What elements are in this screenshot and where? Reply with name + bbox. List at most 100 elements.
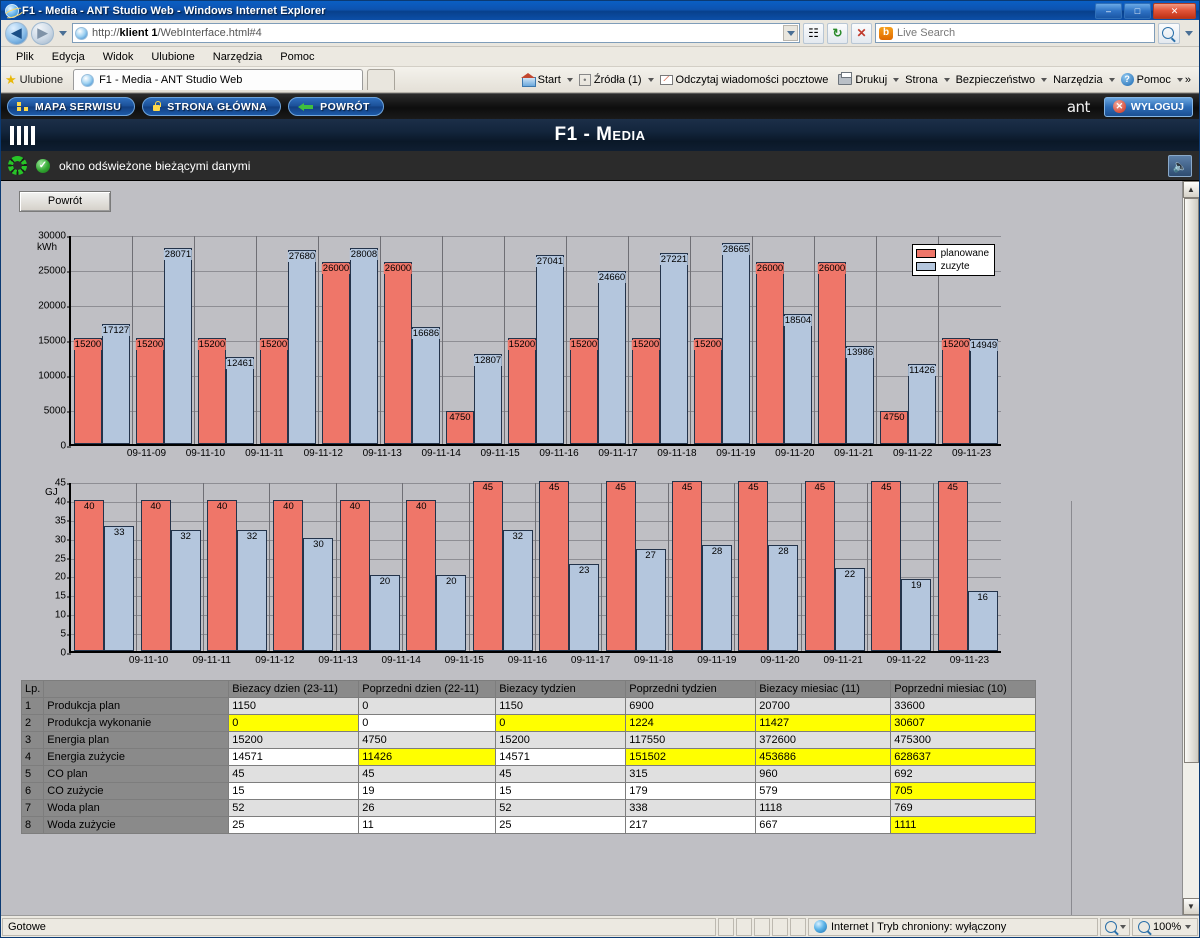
command-tools-label: Narzędzia [1053,73,1103,86]
bar-group: 45 22 [802,481,869,651]
command-security[interactable]: Bezpieczeństwo [952,74,1040,86]
back-button-powrot[interactable]: Powrót [19,191,111,212]
y-axis-tick-label: 15000 [38,335,71,347]
menu-item-pomoc[interactable]: Pomoc [271,47,323,67]
command-tools[interactable]: Narzędzia [1049,74,1107,86]
cell-value: 11 [358,816,497,834]
page-header: F1 - Media [1,119,1199,151]
command-feeds[interactable]: • Źródła (1) [575,73,646,86]
x-axis-tick-label: 09-11-10 [128,655,169,666]
scrollbar-thumb[interactable] [1183,198,1199,763]
bar-value-label: 15200 [135,338,165,350]
y-axis-tick-label: 20000 [38,300,71,312]
maximize-button[interactable]: □ [1124,2,1151,19]
url-input[interactable]: http://klient 1/WebInterface.html#4 [72,23,800,43]
cell-value: 0 [358,697,497,715]
menu-item-ulubione[interactable]: Ulubione [142,47,203,67]
page-scrollbar[interactable]: ▲ ▼ [1182,181,1199,915]
command-start-label: Start [537,73,561,86]
command-tools-chevron-down-icon[interactable] [1108,77,1115,82]
refresh-button[interactable]: ↻ [827,22,848,44]
bar-planowane: 40 [339,499,370,651]
status-bar: Gotowe Internet | Tryb chroniony: wyłącz… [1,915,1199,937]
menu-item-edycja[interactable]: Edycja [43,47,94,67]
sitemap-icon [17,102,29,111]
scroll-down-button[interactable]: ▼ [1182,898,1199,915]
content-area: Powrót Zużycie energii elektrycznej - os… [1,181,1199,915]
privacy-report-button[interactable] [1100,917,1130,936]
chart-energy-legend: planowane zuzyte [911,244,995,276]
command-security-chevron-down-icon[interactable] [1041,77,1048,82]
status-pane-4 [772,917,788,936]
bar-planowane: 26000 [755,262,785,444]
favorites-label[interactable]: Ulubione [20,74,63,86]
bar-zuzyte: 28008 [349,247,379,444]
nav-button-mapa-serwisu[interactable]: MAPA SERWISU [7,97,136,116]
command-start[interactable]: Start [517,73,565,87]
forward-button[interactable]: ▶ [31,21,54,45]
command-overflow-button[interactable]: » [1185,74,1191,86]
recent-pages-chevron-down-icon[interactable] [59,30,67,36]
chart-heat-xaxis: 09-11-10 09-11-11 09-11-12 09-11-13 09-11-14… [117,655,1001,666]
tab-f1-media[interactable]: F1 - Media - ANT Studio Web [73,69,364,90]
gear-icon[interactable] [8,156,27,175]
bar-zuzyte: 17127 [101,324,131,444]
search-go-button[interactable] [1158,22,1180,44]
scroll-up-button[interactable]: ▲ [1182,181,1199,198]
cell-lp: 4 [20,748,45,766]
search-input[interactable]: b Live Search [875,23,1155,43]
bar-value-label: 18504 [783,315,813,327]
bar-value-label: 32 [245,531,259,543]
new-tab-button[interactable] [367,69,396,90]
chart-energy-consumption: Zużycie energii elektrycznej - ostatnie … [21,231,1001,459]
cell-row-name: Energia zużycie [43,748,230,766]
command-page-chevron-down-icon[interactable] [943,77,950,82]
close-button[interactable]: ✕ [1153,2,1196,19]
chart-energy-plot: 0 5000 10000 15000 20000 25000 30000 15200 17127… [38,231,1001,452]
favorites-star-icon[interactable]: ★ [5,72,17,88]
menu-item-plik[interactable]: Plik [7,47,43,67]
col-current-month: Biezacy miesiac (11) [755,680,892,698]
bar-zuzyte: 28 [702,545,732,651]
compatibility-view-button[interactable]: ☷ [803,22,824,44]
security-zone-pane[interactable]: Internet | Tryb chroniony: wyłączony [808,917,1098,936]
bar-value-label: 24660 [597,272,627,284]
col-name [43,680,230,698]
command-print[interactable]: Drukuj [834,72,891,86]
logout-button[interactable]: ✕ WYLOGUJ [1103,96,1193,117]
zoom-level-button[interactable]: 100% [1132,917,1198,936]
command-help[interactable]: ? Pomoc [1117,73,1175,86]
menu-item-widok[interactable]: Widok [94,47,143,67]
bar-value-label: 32 [511,531,525,543]
command-print-chevron-down-icon[interactable] [893,77,900,82]
speaker-icon[interactable]: 🔈 [1168,154,1192,177]
app-brand-logo: ant [1066,97,1091,116]
zoom-chevron-down-icon[interactable] [1185,924,1192,929]
command-page[interactable]: Strona [901,74,941,86]
bar-zuzyte: 18504 [783,314,813,444]
bar-planowane: 15200 [197,337,227,444]
cell-row-name: Energia plan [43,731,230,749]
bar-planowane: 45 [539,481,570,651]
legend-item: zuzyte [915,261,989,272]
url-chevron-down-icon[interactable] [783,25,798,41]
command-help-chevron-down-icon[interactable] [1176,77,1183,82]
x-axis-tick-label: 09-11-22 [893,448,933,459]
privacy-chevron-down-icon[interactable] [1119,924,1126,929]
table-row: 6 CO zużycie 15 19 15 179 579 705 [20,782,1037,800]
command-start-chevron-down-icon[interactable] [566,77,573,82]
back-button[interactable]: ◀ [5,21,28,45]
command-feeds-chevron-down-icon[interactable] [647,77,654,82]
legend-item: planowane [915,248,989,259]
cell-value: 628637 [890,748,1037,766]
minimize-button[interactable]: – [1095,2,1122,19]
cell-lp: 1 [20,697,45,715]
search-provider-chevron-down-icon[interactable] [1185,30,1193,36]
bar-group: 40 30 [270,483,337,651]
nav-button-strona-glowna[interactable]: STRONA GŁÓWNA [142,97,282,116]
col-previous-month: Poprzedni miesiac (10) [890,680,1037,698]
nav-button-powrot[interactable]: POWRÓT [288,97,384,116]
menu-item-narzedzia[interactable]: Narzędzia [204,47,272,67]
stop-button[interactable]: ✕ [851,22,872,44]
command-read-mail[interactable]: Odczytaj wiadomości pocztowe [656,74,833,86]
